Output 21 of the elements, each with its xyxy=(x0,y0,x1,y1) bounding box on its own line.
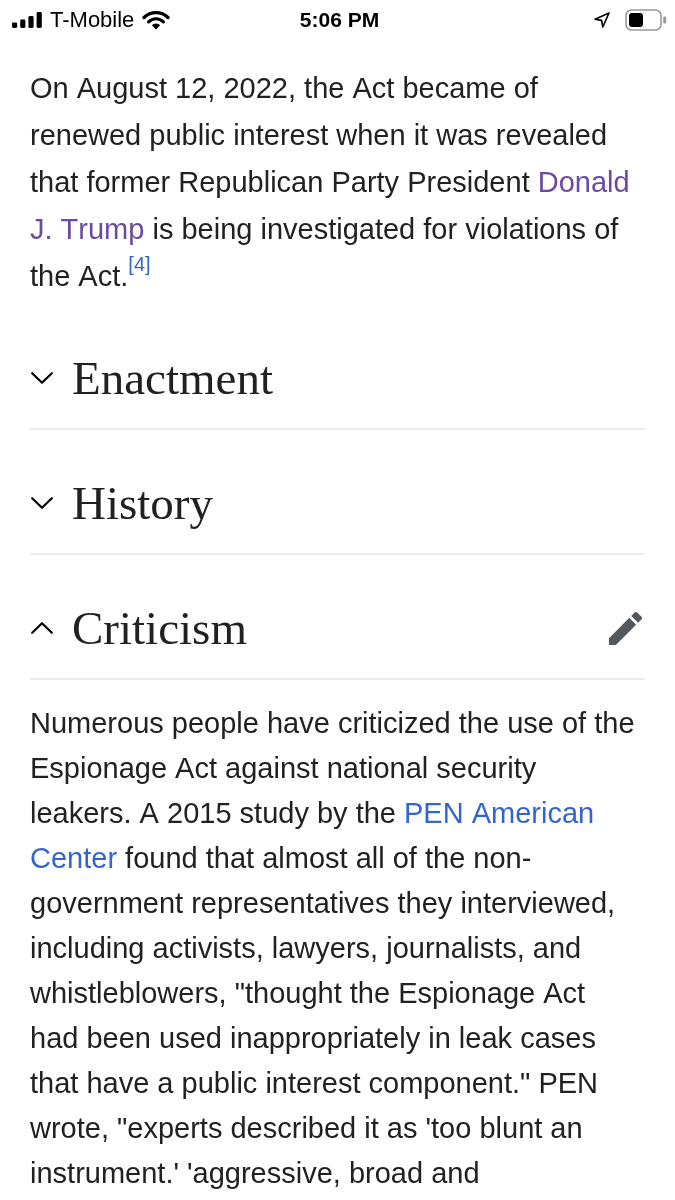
article-paragraph: On August 12, 2022, the Act became of renewed public interest when it was revealed that former Republican Party President Donald J. Trump is being investigated for violations of the Act.$^{[4]}$ xyxy=(30,71,631,294)
article-link[interactable]: Center xyxy=(30,842,118,874)
pencil-icon xyxy=(609,611,642,645)
chevron-up-icon[interactable] xyxy=(31,622,53,634)
article-link[interactable]: Donald xyxy=(537,166,630,198)
wifi-icon xyxy=(142,10,171,30)
edit-button[interactable] xyxy=(609,611,642,645)
section-heading[interactable]: History xyxy=(72,477,213,529)
article-link[interactable]: J. Trump xyxy=(30,213,145,245)
carrier-name: T-Mobile xyxy=(50,7,135,33)
location-arrow-icon xyxy=(594,12,610,28)
section-heading[interactable]: Criticism xyxy=(72,602,247,654)
chevron-down-icon[interactable] xyxy=(31,372,53,384)
status-time: 5:06 PM xyxy=(299,7,380,33)
article-paragraph: Numerous people have criticized the use of the Espionage Act against national security leakers. A 2015 study by the PEN American Center found that almost all of the non-government representatives they interviewed, including activists, lawyers, journalists, and whistleblowers, "thought the Espionage Act had been used inappropriately in leak cases that have a public interest component." PEN wrote, "experts described it as 'too blunt an instrument.' 'aggressive, broad and xyxy=(30,706,636,1191)
chevron-down-icon[interactable] xyxy=(31,497,53,509)
article-link[interactable]: PEN American xyxy=(404,797,595,829)
battery-icon xyxy=(625,9,667,31)
signal-icon xyxy=(12,12,42,28)
section-heading[interactable]: Enactment xyxy=(72,352,273,404)
citation-link[interactable]: [4] xyxy=(128,253,151,275)
